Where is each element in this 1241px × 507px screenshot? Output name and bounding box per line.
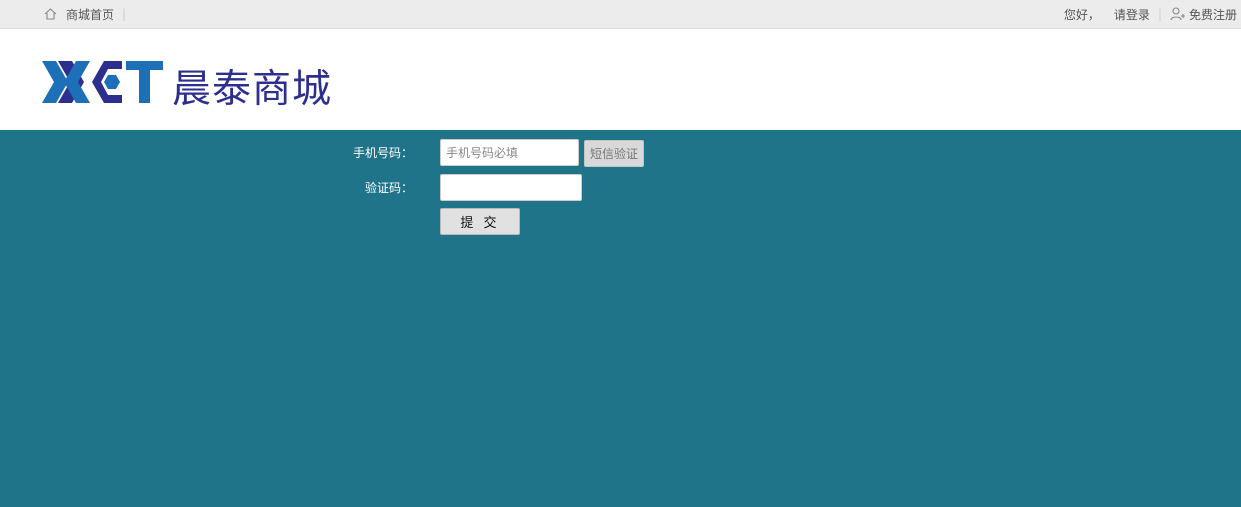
home-link[interactable]: 商城首页 bbox=[66, 6, 114, 23]
login-link[interactable]: 请登录 bbox=[1114, 6, 1150, 23]
code-row: 验证码： bbox=[0, 174, 1241, 202]
register-link[interactable]: 免费注册 bbox=[1189, 6, 1237, 23]
site-logo[interactable]: 晨泰商城 bbox=[42, 60, 337, 112]
user-plus-icon bbox=[1170, 7, 1185, 21]
divider: | bbox=[1157, 7, 1162, 21]
top-bar: 商城首页 | 您好， 请登录 | 免费注册 bbox=[0, 0, 1241, 29]
greeting-text: 您好， bbox=[1063, 7, 1100, 22]
sms-verify-button[interactable]: 短信验证 bbox=[584, 140, 644, 167]
top-bar-right: 您好， 请登录 | 免费注册 bbox=[1064, 0, 1237, 28]
phone-row: 手机号码： 短信验证 bbox=[0, 139, 1241, 167]
submit-button[interactable]: 提 交 bbox=[440, 208, 520, 235]
verify-form-area: 手机号码： 短信验证 验证码： 提 交 bbox=[0, 130, 1241, 507]
home-icon bbox=[44, 8, 57, 20]
top-bar-left: 商城首页 | bbox=[44, 0, 134, 28]
divider: | bbox=[122, 7, 127, 21]
logo-mark-xct bbox=[42, 61, 163, 103]
phone-label: 手机号码： bbox=[352, 146, 413, 160]
phone-input[interactable] bbox=[440, 139, 579, 166]
code-label: 验证码： bbox=[364, 181, 413, 195]
site-header: 晨泰商城 bbox=[0, 29, 1241, 130]
verification-code-input[interactable] bbox=[440, 174, 582, 201]
submit-row: 提 交 bbox=[0, 208, 1241, 236]
logo-text: 晨泰商城 bbox=[172, 67, 333, 112]
